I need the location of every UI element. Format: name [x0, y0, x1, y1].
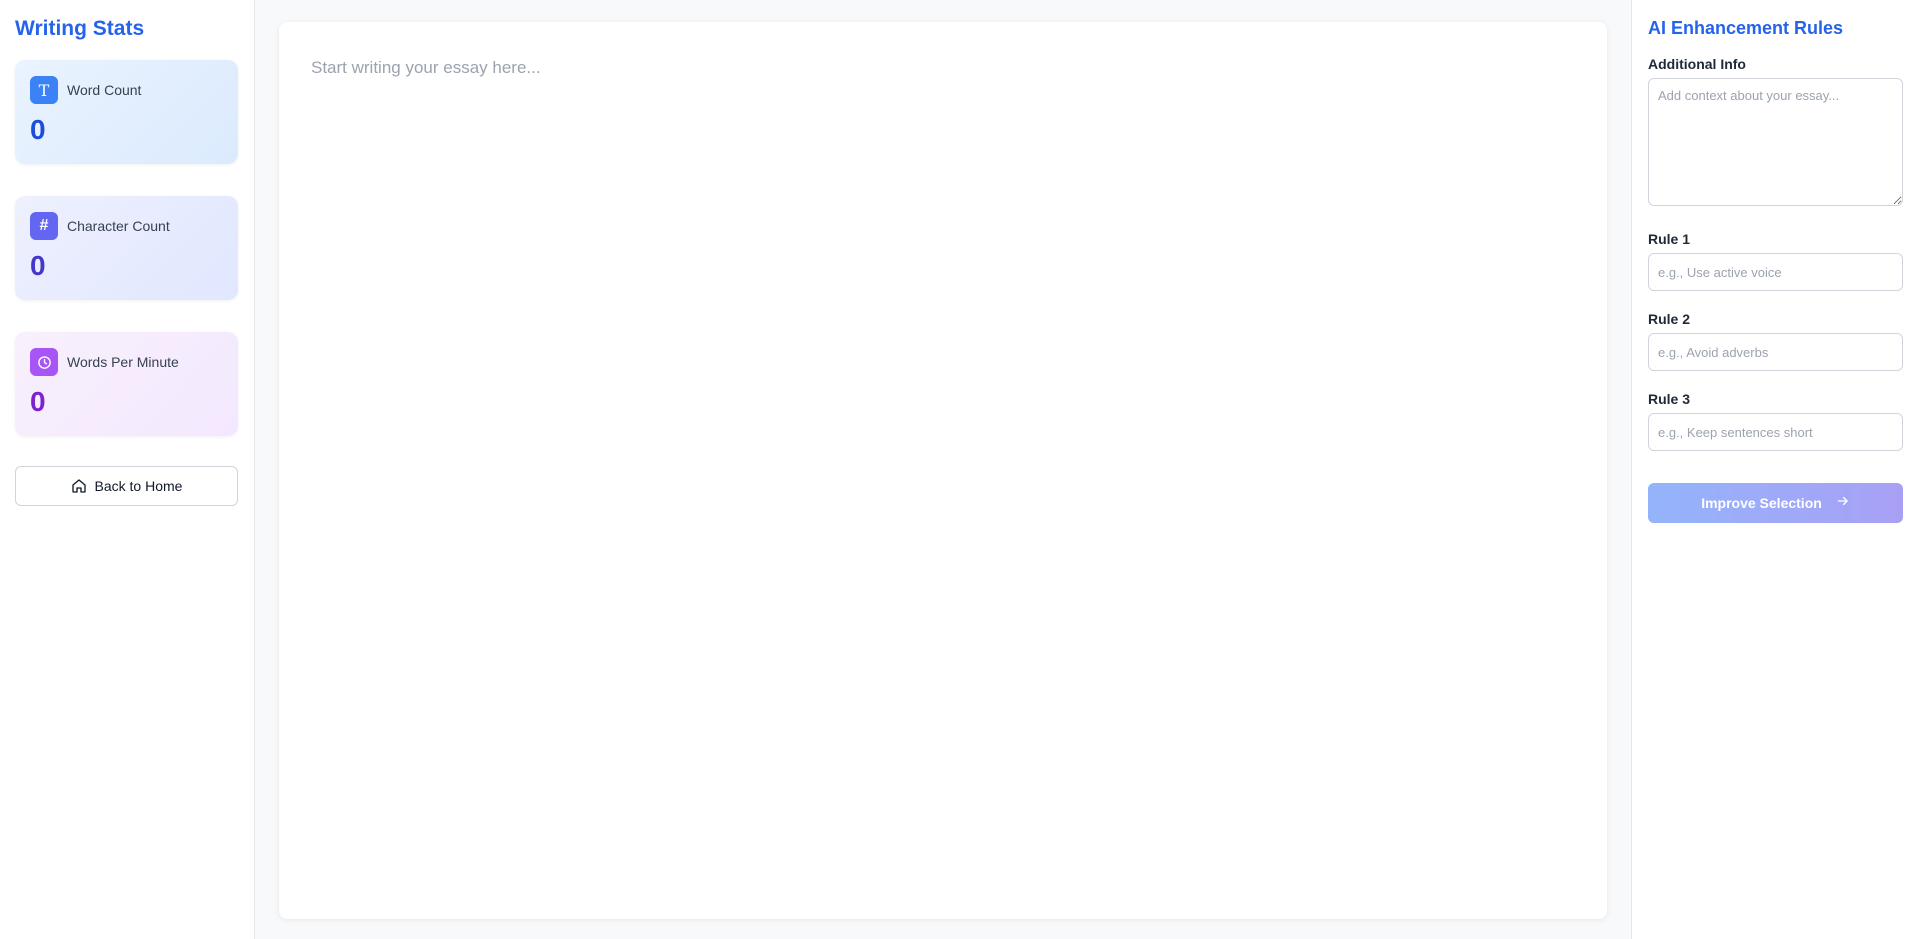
essay-editor[interactable]: [279, 22, 1607, 919]
rule-2-input[interactable]: [1648, 333, 1903, 371]
sidebar-title: Writing Stats: [15, 17, 145, 40]
rule-3-input[interactable]: [1648, 413, 1903, 451]
rule-1-input[interactable]: [1648, 253, 1903, 291]
improve-selection-button[interactable]: Improve Selection: [1648, 483, 1903, 523]
back-to-home-label: Back to Home: [94, 478, 183, 494]
words-per-minute-value: 0: [30, 386, 46, 417]
word-count-header: T Word Count: [30, 76, 223, 104]
additional-info-label: Additional Info: [1648, 56, 1746, 72]
editor-card: [279, 22, 1607, 919]
additional-info-textarea[interactable]: [1648, 78, 1903, 206]
hash-icon: #: [30, 212, 58, 240]
improve-selection-label: Improve Selection: [1701, 495, 1822, 511]
words-per-minute-label: Words Per Minute: [67, 354, 179, 370]
character-count-label: Character Count: [67, 218, 170, 234]
word-count-label: Word Count: [67, 82, 142, 98]
rule-3-label: Rule 3: [1648, 391, 1691, 407]
ai-rules-title: AI Enhancement Rules: [1648, 18, 1844, 38]
right-sidebar: AI Enhancement Rules Additional Info Rul…: [1631, 0, 1913, 939]
words-per-minute-header: Words Per Minute: [30, 348, 223, 376]
character-count-header: # Character Count: [30, 212, 223, 240]
rule-2-label: Rule 2: [1648, 311, 1691, 327]
clock-icon: [30, 348, 58, 376]
back-to-home-button[interactable]: Back to Home: [15, 466, 238, 506]
word-count-value: 0: [30, 114, 46, 145]
type-icon: T: [30, 76, 58, 104]
word-count-card: T Word Count 0: [15, 60, 238, 164]
arrow-right-icon: [1836, 494, 1850, 512]
home-icon: [71, 479, 86, 493]
character-count-card: # Character Count 0: [15, 196, 238, 300]
words-per-minute-card: Words Per Minute 0: [15, 332, 238, 436]
rule-1-label: Rule 1: [1648, 231, 1691, 247]
character-count-value: 0: [30, 250, 46, 281]
left-sidebar: Writing Stats T Word Count 0 # Character…: [0, 0, 255, 939]
